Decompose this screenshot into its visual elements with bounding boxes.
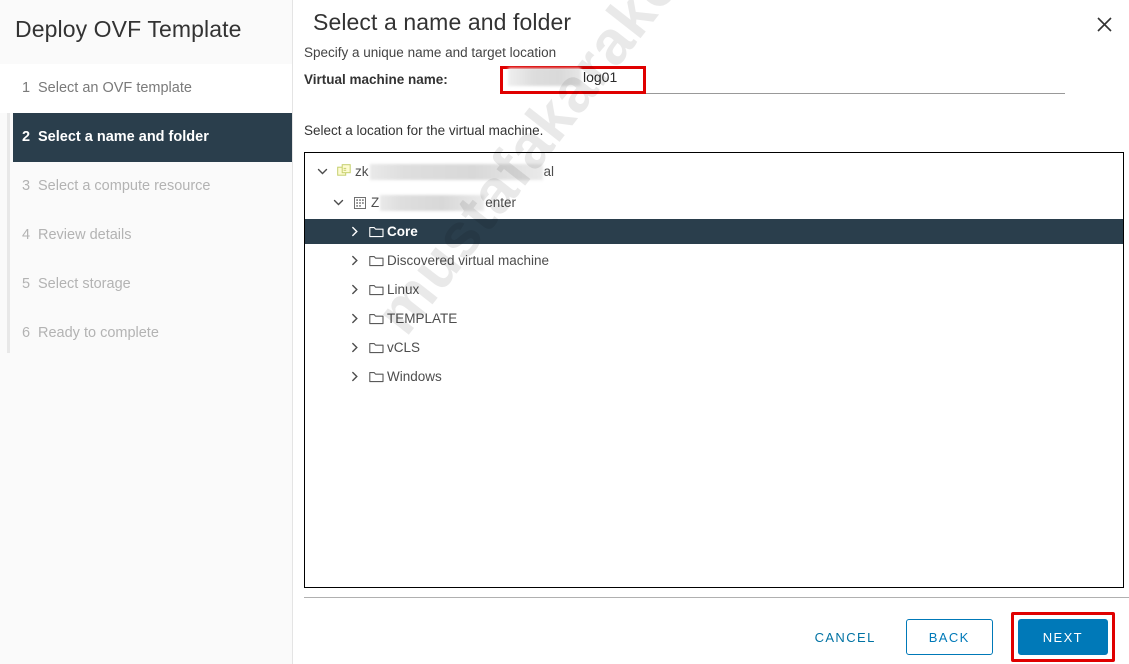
datacenter-icon — [349, 196, 371, 210]
tree-row[interactable]: TEMPLATE — [305, 306, 1123, 331]
tree-node-prefix: zk — [355, 164, 369, 179]
tree-node-suffix: al — [543, 164, 555, 179]
step-label: Ready to complete — [38, 325, 159, 342]
tree-node-label: vCLS — [387, 340, 421, 355]
vm-name-input[interactable]: log01 — [500, 66, 640, 88]
chevron-right-icon[interactable] — [343, 342, 365, 353]
sidebar-step-3[interactable]: 3 Select a compute resource — [0, 162, 292, 211]
close-icon[interactable] — [1090, 10, 1118, 38]
folder-icon — [365, 341, 387, 354]
page-subtitle: Specify a unique name and target locatio… — [304, 45, 557, 60]
step-number: 2 — [22, 129, 31, 146]
sidebar-step-6[interactable]: 6 Ready to complete — [0, 309, 292, 358]
sidebar-step-1[interactable]: 1 Select an OVF template — [0, 63, 292, 113]
redaction-block — [380, 194, 485, 211]
tree-node-label: Linux — [387, 282, 420, 297]
tree-row[interactable]: Discovered virtual machine — [305, 248, 1123, 273]
chevron-down-icon[interactable] — [311, 166, 333, 177]
cancel-button[interactable]: CANCEL — [801, 622, 890, 653]
folder-icon — [365, 225, 387, 238]
wizard-step-list: 1 Select an OVF template 2 Select a name… — [0, 63, 292, 358]
folder-icon — [365, 283, 387, 296]
tree-node-prefix: Z — [371, 195, 380, 210]
wizard-sidebar: Deploy OVF Template 1 Select an OVF temp… — [0, 0, 293, 664]
tree-node-label: Core — [387, 224, 418, 239]
vm-name-text: log01 — [583, 69, 618, 85]
next-button-annotation-box: NEXT — [1010, 612, 1115, 662]
tree-node-label: zk al — [355, 163, 555, 180]
back-button[interactable]: BACK — [905, 619, 993, 655]
footer-divider — [304, 597, 1129, 598]
sidebar-step-2[interactable]: 2 Select a name and folder — [13, 112, 292, 162]
folder-icon — [365, 370, 387, 383]
step-label: Select an OVF template — [38, 80, 192, 97]
wizard-main-panel: Select a name and folder Specify a uniqu… — [293, 0, 1129, 664]
wizard-title: Deploy OVF Template — [15, 16, 242, 42]
step-number: 1 — [22, 80, 31, 97]
sidebar-step-5[interactable]: 5 Select storage — [0, 260, 292, 309]
chevron-down-icon[interactable] — [327, 197, 349, 208]
redaction-block — [369, 163, 543, 180]
tree-row[interactable]: Linux — [305, 277, 1123, 302]
step-label: Review details — [38, 227, 132, 244]
vm-name-field-wrap: log01 — [500, 66, 1129, 94]
chevron-right-icon[interactable] — [343, 313, 365, 324]
next-button[interactable]: NEXT — [1017, 619, 1108, 655]
step-label: Select a compute resource — [38, 178, 211, 195]
vm-name-label: Virtual machine name: — [304, 72, 448, 87]
chevron-right-icon[interactable] — [343, 371, 365, 382]
step-label: Select a name and folder — [38, 129, 209, 146]
chevron-right-icon[interactable] — [343, 255, 365, 266]
tree-node-suffix: enter — [485, 195, 517, 210]
tree-node-label: Discovered virtual machine — [387, 253, 550, 268]
deploy-ovf-template-wizard: Deploy OVF Template 1 Select an OVF temp… — [0, 0, 1129, 664]
chevron-right-icon[interactable] — [343, 284, 365, 295]
tree-row[interactable]: vCLS — [305, 335, 1123, 360]
tree-node-label: TEMPLATE — [387, 311, 458, 326]
wizard-footer: CANCEL BACK NEXT — [801, 612, 1115, 662]
tree-row[interactable]: zk al — [305, 159, 1123, 184]
step-number: 4 — [22, 227, 31, 244]
location-label: Select a location for the virtual machin… — [304, 123, 544, 138]
folder-icon — [365, 312, 387, 325]
vm-name-row: Virtual machine name: log01 — [293, 60, 1129, 100]
step-label: Select storage — [38, 276, 131, 293]
vcenter-icon — [333, 164, 355, 179]
tree-node-label: Z enter — [371, 194, 517, 211]
tree-row[interactable]: Core — [305, 219, 1123, 244]
tree-row[interactable]: Windows — [305, 364, 1123, 389]
step-number: 3 — [22, 178, 31, 195]
folder-tree-panel: zk al Z enter Core Discovered virtual ma… — [304, 152, 1124, 588]
tree-row[interactable]: Z enter — [305, 190, 1123, 215]
folder-icon — [365, 254, 387, 267]
chevron-right-icon[interactable] — [343, 226, 365, 237]
tree-node-label: Windows — [387, 369, 442, 384]
page-title: Select a name and folder — [313, 9, 572, 35]
redaction-block — [508, 68, 581, 86]
sidebar-step-4[interactable]: 4 Review details — [0, 211, 292, 260]
step-number: 5 — [22, 276, 31, 293]
step-number: 6 — [22, 325, 31, 342]
